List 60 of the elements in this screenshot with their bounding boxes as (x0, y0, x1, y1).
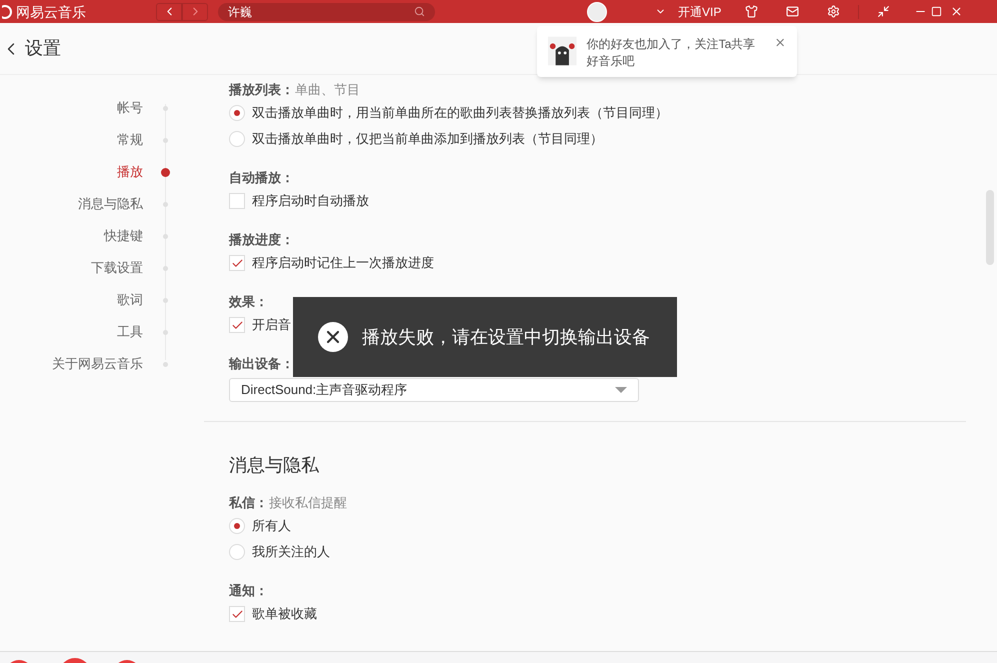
radio-button[interactable] (229, 544, 245, 560)
search-field[interactable]: 许巍 (218, 2, 435, 20)
radio-button[interactable] (229, 105, 245, 121)
group-hint: 单曲、节目 (295, 81, 360, 100)
caret-icon (615, 387, 627, 393)
option-label: 歌单被收藏 (252, 605, 317, 624)
option-label: 双击播放单曲时，仅把当前单曲添加到播放列表（节目同理） (252, 130, 603, 148)
group-label: 自动播放： (229, 169, 294, 188)
search-icon (414, 6, 425, 17)
group-label: 通知： (229, 582, 268, 600)
back-button[interactable] (156, 2, 182, 20)
checkbox[interactable] (229, 606, 245, 622)
maximize-icon[interactable] (931, 6, 942, 17)
sidebar-item[interactable]: 下载设置 (0, 258, 143, 278)
radio-button[interactable] (229, 518, 245, 534)
scrollbar[interactable] (986, 190, 994, 265)
check-icon (230, 256, 244, 270)
sidebar-item[interactable]: 消息与隐私 (0, 194, 143, 214)
app-title: 网易云音乐 (16, 4, 86, 18)
device-dropdown[interactable]: DirectSound:主声音驱动程序 (229, 378, 639, 402)
settings-icon[interactable] (827, 5, 840, 18)
group-label: 播放列表： (229, 81, 294, 100)
option-label: 程序启动时自动播放 (252, 192, 369, 210)
group-hint: 接收私信提醒 (269, 494, 347, 512)
close-icon[interactable] (950, 5, 964, 18)
option-label: 所有人 (252, 517, 291, 536)
sidebar-item[interactable]: 歌词 (0, 290, 143, 310)
sidebar-item[interactable]: 帐号 (0, 98, 143, 118)
toast-text: 播放失败，请在设置中切换输出设备 (362, 326, 650, 348)
option-label: 程序启动时记住上一次播放进度 (252, 254, 434, 272)
checkbox[interactable] (229, 255, 245, 271)
group-label: 播放进度： (229, 231, 294, 250)
checkbox[interactable] (229, 317, 245, 333)
option-label: 双击播放单曲时，用当前单曲所在的歌曲列表替换播放列表（节目同理） (252, 104, 668, 122)
error-icon (318, 322, 348, 352)
checkbox[interactable] (229, 193, 245, 209)
radio-button[interactable] (229, 131, 245, 147)
mini-mode-icon[interactable] (877, 5, 890, 18)
check-icon (230, 318, 244, 332)
sidebar-item[interactable]: 播放 (0, 162, 143, 182)
sidebar-item[interactable]: 关于网易云音乐 (0, 354, 143, 374)
check-icon (230, 608, 244, 620)
mascot-icon (548, 36, 577, 66)
mail-icon[interactable] (786, 5, 800, 18)
option-label: 我所关注的人 (252, 543, 330, 562)
group-label: 输出设备： (229, 355, 294, 374)
section-title: 消息与隐私 (229, 454, 320, 477)
vip-link[interactable]: 开通VIP (678, 6, 722, 18)
sidebar-item[interactable]: 工具 (0, 322, 143, 342)
option-label: 开启音 (252, 316, 291, 334)
logo-icon (2, 4, 12, 18)
group-label: 私信： (229, 494, 268, 512)
close-icon[interactable] (774, 36, 786, 49)
sidebar-item[interactable]: 快捷键 (0, 226, 143, 246)
shirt-icon[interactable] (745, 5, 758, 18)
group-label: 效果： (229, 293, 268, 312)
avatar[interactable] (587, 2, 607, 22)
notification-text: 你的好友也加入了，关注Ta共享好音乐吧 (586, 36, 756, 70)
sidebar-item[interactable]: 常规 (0, 130, 143, 150)
page-title: 设置 (25, 37, 61, 60)
